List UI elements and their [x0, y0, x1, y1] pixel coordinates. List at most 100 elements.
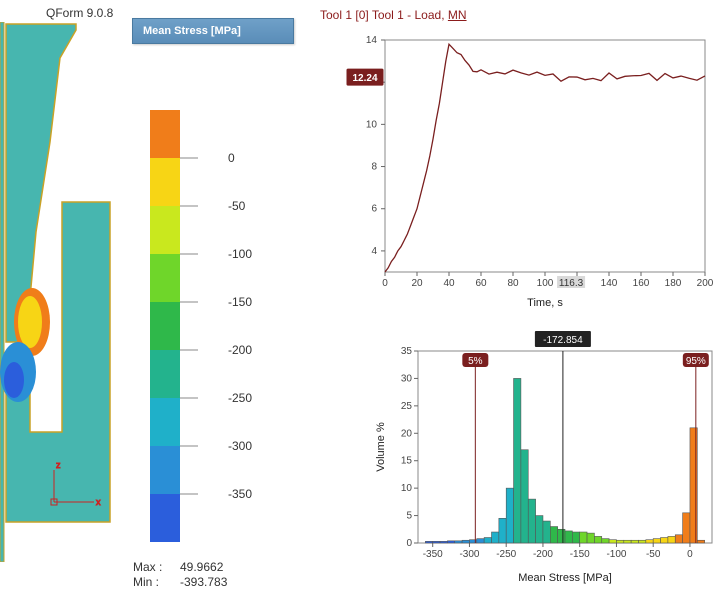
- svg-text:0: 0: [687, 549, 693, 560]
- hist-bar: [477, 539, 484, 543]
- load-chart-title-text: Tool 1 [0] Tool 1 - Load,: [320, 8, 448, 22]
- svg-text:-350: -350: [423, 549, 443, 560]
- svg-text:10: 10: [366, 119, 378, 130]
- histogram-chart[interactable]: 05101520253035-350-300-250-200-150-100-5…: [370, 325, 720, 585]
- svg-text:x: x: [96, 497, 101, 507]
- colorbar-swatch: [150, 494, 180, 542]
- legend-header: Mean Stress [MPa]: [132, 18, 294, 44]
- hist-bar: [587, 533, 594, 543]
- svg-text:5%: 5%: [468, 356, 483, 367]
- hist-bar: [462, 540, 469, 543]
- svg-text:140: 140: [601, 278, 618, 289]
- svg-text:25: 25: [401, 401, 413, 412]
- colorbar-swatch: [150, 350, 180, 398]
- svg-text:4: 4: [371, 246, 377, 257]
- svg-text:5: 5: [406, 511, 412, 522]
- colorbar-tick: 0: [228, 151, 235, 165]
- hist-bar: [683, 513, 690, 543]
- hist-bar: [697, 540, 704, 543]
- colorbar-swatch: [150, 398, 180, 446]
- load-series: [385, 44, 705, 272]
- colorbar-tick: -300: [228, 439, 252, 453]
- svg-text:6: 6: [371, 204, 377, 215]
- colorbar-tick: -350: [228, 487, 252, 501]
- colorbar-swatch: [150, 158, 180, 206]
- svg-text:200: 200: [697, 278, 714, 289]
- hist-bar: [639, 540, 646, 543]
- load-chart[interactable]: 468101214020406080100120140160180200Time…: [345, 30, 715, 310]
- hist-bar: [514, 378, 521, 543]
- hist-bar: [440, 541, 447, 543]
- hist-bar: [543, 521, 550, 543]
- axis-wall: [0, 22, 4, 562]
- colorbar: 0-50-100-150-200-250-300-350: [150, 110, 310, 570]
- svg-text:-100: -100: [606, 549, 626, 560]
- svg-text:0: 0: [406, 538, 412, 549]
- colorbar-swatch: [150, 446, 180, 494]
- max-value: 49.9662: [180, 560, 223, 574]
- hist-bar: [447, 541, 454, 543]
- svg-text:-250: -250: [496, 549, 516, 560]
- hist-bar: [661, 538, 668, 543]
- hist-bar: [572, 532, 579, 543]
- svg-text:30: 30: [401, 373, 413, 384]
- svg-text:z: z: [56, 460, 61, 470]
- hist-bar: [616, 540, 623, 543]
- app-title: QForm 9.0.8: [46, 6, 113, 20]
- svg-text:Time, s: Time, s: [527, 297, 563, 309]
- svg-text:180: 180: [665, 278, 682, 289]
- svg-text:116.3: 116.3: [559, 278, 584, 289]
- colorbar-swatch: [150, 254, 180, 302]
- model-viewport[interactable]: z x: [0, 22, 150, 562]
- hist-bar: [631, 540, 638, 543]
- svg-text:-150: -150: [570, 549, 590, 560]
- svg-text:10: 10: [401, 483, 413, 494]
- svg-text:95%: 95%: [686, 356, 706, 367]
- colorbar-tick: -50: [228, 199, 246, 213]
- colorbar-tick: -100: [228, 247, 252, 261]
- load-chart-unit: MN: [448, 8, 467, 22]
- hist-bar: [550, 527, 557, 543]
- hist-bar: [455, 541, 462, 543]
- hist-bar: [499, 518, 506, 543]
- hist-bar: [558, 529, 565, 543]
- svg-text:20: 20: [401, 428, 413, 439]
- colorbar-swatch: [150, 206, 180, 254]
- svg-text:60: 60: [475, 278, 487, 289]
- svg-text:12.24: 12.24: [352, 73, 377, 84]
- hist-bar: [609, 540, 616, 543]
- load-chart-title: Tool 1 [0] Tool 1 - Load, MN: [320, 8, 467, 22]
- hist-bar: [433, 541, 440, 543]
- svg-text:0: 0: [382, 278, 388, 289]
- hist-bar: [565, 531, 572, 543]
- svg-text:Volume %: Volume %: [375, 422, 387, 472]
- svg-text:15: 15: [401, 456, 413, 467]
- hist-bar: [675, 535, 682, 543]
- svg-text:14: 14: [366, 35, 378, 46]
- hist-bar: [602, 539, 609, 543]
- hist-bar: [506, 488, 513, 543]
- min-value: -393.783: [180, 575, 227, 589]
- svg-text:80: 80: [507, 278, 519, 289]
- colorbar-tick: -150: [228, 295, 252, 309]
- hist-bar: [484, 538, 491, 543]
- svg-text:35: 35: [401, 346, 413, 357]
- hist-bar: [653, 539, 660, 543]
- svg-text:160: 160: [633, 278, 650, 289]
- hist-bar: [624, 540, 631, 543]
- svg-text:-300: -300: [459, 549, 479, 560]
- svg-text:Mean Stress [MPa]: Mean Stress [MPa]: [518, 572, 612, 584]
- svg-text:-172.854: -172.854: [543, 335, 583, 346]
- hist-bar: [536, 516, 543, 543]
- svg-text:8: 8: [371, 162, 377, 173]
- svg-text:40: 40: [443, 278, 455, 289]
- max-label: Max :: [133, 560, 162, 574]
- hist-bar: [668, 536, 675, 543]
- hist-bar: [425, 541, 432, 543]
- svg-text:-50: -50: [646, 549, 661, 560]
- colorbar-swatch: [150, 302, 180, 350]
- svg-text:100: 100: [537, 278, 554, 289]
- svg-text:20: 20: [411, 278, 423, 289]
- hist-bar: [521, 450, 528, 543]
- colorbar-tick: -200: [228, 343, 252, 357]
